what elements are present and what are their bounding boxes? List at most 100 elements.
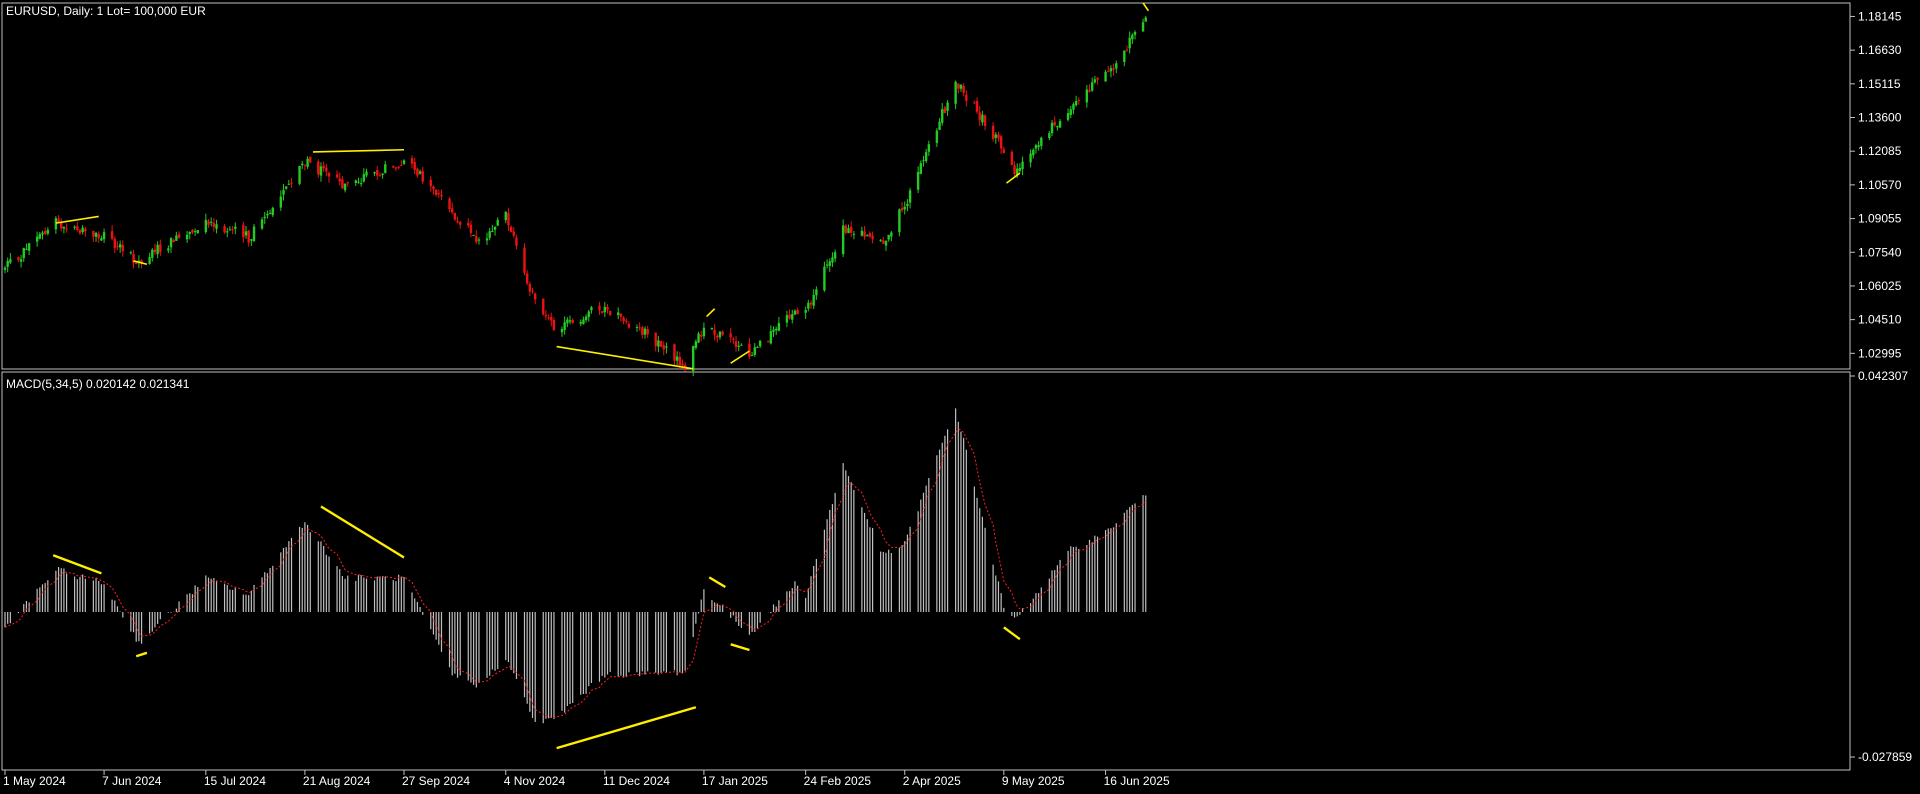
candle [343,183,347,193]
candle-body [81,227,84,233]
candle-body [579,322,582,324]
candle-body [919,163,923,174]
candle [812,289,815,310]
candle [228,226,232,231]
candle [97,231,100,244]
candle-body [825,264,829,266]
candle-body [394,167,398,169]
candle-body [563,322,566,330]
candle-body [76,226,79,231]
candle [579,319,582,327]
candle-body [702,327,706,337]
candle-body [1048,133,1051,139]
candle [19,254,23,268]
candle [325,164,328,177]
candle [282,184,285,201]
candle [721,330,724,336]
candle-body [335,174,339,178]
candle-body [643,328,647,335]
candle-body [172,239,175,243]
candle-body [153,249,157,253]
candle [1131,33,1134,44]
candle-body [226,231,229,233]
candle [303,164,307,171]
candle-body [437,193,441,195]
candle [357,177,360,184]
candle [638,322,641,331]
candle [469,220,473,238]
candle-body [823,266,826,291]
candle-body [598,305,601,310]
candle [756,345,759,349]
time-tick-label: 2 Apr 2025 [903,774,961,788]
candle-body [756,347,759,349]
candle-body [978,112,981,121]
candle-body [866,235,869,237]
candle [132,249,135,269]
candle [906,199,909,212]
candle-body [19,259,23,262]
candle [841,219,845,257]
candle-body [654,332,657,347]
candle [9,252,12,265]
candle-body [268,212,272,214]
candle-body [1128,37,1131,49]
candle [35,231,39,247]
candle [547,314,550,321]
candle-body [675,356,679,361]
candle [734,336,738,352]
candle [234,222,237,235]
candle [322,161,325,172]
candle-body [957,83,960,89]
candle-body [729,333,732,338]
candle-body [796,309,799,314]
price-divergence-lines [55,2,1150,370]
candle-body [531,290,534,292]
candle-body [600,311,604,313]
candle [828,258,831,272]
candle-body [941,109,944,123]
candle-body [116,246,119,248]
candle-body [691,346,695,372]
candle [844,223,848,235]
candle-body [568,320,572,322]
candle [121,240,125,257]
candle-body [927,144,931,152]
candle [102,228,106,243]
candle-body [263,216,266,219]
candle-body [418,171,422,174]
price-panel-title: EURUSD, Daily: 1 Lot= 100,000 EUR [6,4,206,18]
candle [496,217,499,227]
candle-body [35,236,39,242]
candle-body [244,231,248,236]
candle-body [807,302,810,309]
candle [92,230,95,242]
candle-body [169,238,173,248]
candle [306,156,309,169]
candle [769,325,773,345]
price-tick-label: 1.12085 [1858,144,1902,158]
candle-body [1093,79,1097,83]
candle-body [887,234,890,240]
candle-body [234,226,237,229]
candle [1128,31,1131,54]
candle [785,310,789,328]
candle [983,114,987,131]
candle-body [432,186,435,190]
candle [999,134,1003,154]
candle [1018,163,1022,173]
candle-body [1112,68,1115,70]
candle [619,313,623,322]
candle-body [46,229,50,234]
candle-body [215,224,218,229]
candle-body [402,160,406,164]
candle [113,236,116,254]
candle [341,176,344,190]
candle-body [700,335,703,337]
candle-body [673,344,676,361]
candle-body [488,231,491,238]
candle-body [309,157,312,163]
candle-body [641,327,644,335]
candle-body [6,260,9,267]
candle-body [242,224,245,238]
